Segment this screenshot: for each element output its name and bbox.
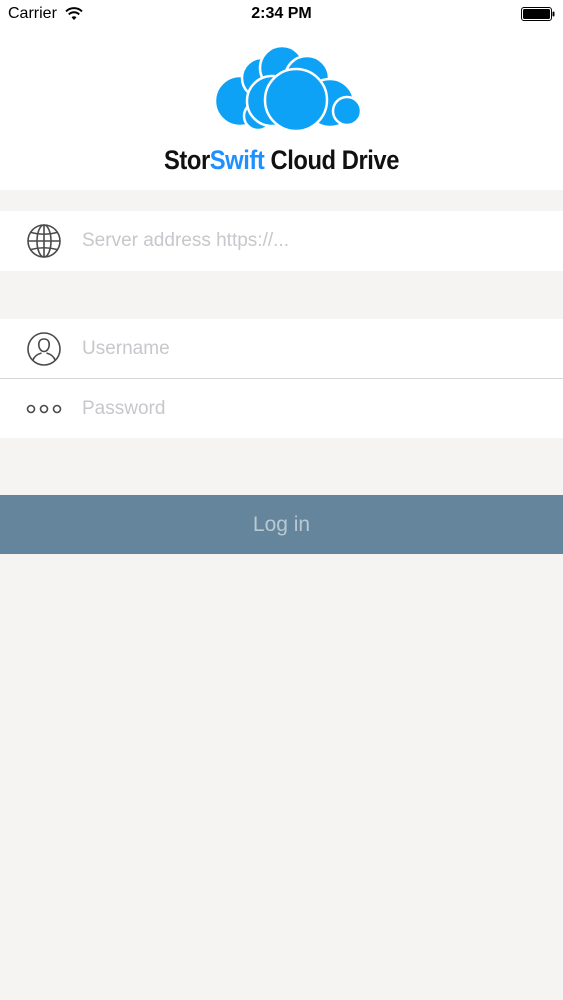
logo-text-part-1: Stor xyxy=(164,145,210,175)
login-screen: Carrier 2:34 PM StorSwift Cloud Drive Se… xyxy=(0,0,563,1000)
server-address-input[interactable] xyxy=(82,223,553,259)
credentials-field-group xyxy=(0,319,563,438)
server-row xyxy=(0,211,563,270)
password-dots-icon xyxy=(26,391,62,427)
user-icon xyxy=(26,331,62,367)
password-row xyxy=(0,379,563,438)
app-header: StorSwift Cloud Drive xyxy=(0,30,563,190)
logo-text-part-3: Cloud Drive xyxy=(264,145,399,175)
globe-icon xyxy=(26,223,62,259)
status-time: 2:34 PM xyxy=(251,5,312,22)
login-button[interactable]: Log in xyxy=(0,495,563,554)
logo-text-part-2: Swift xyxy=(209,145,265,175)
app-logo-text: StorSwift Cloud Drive xyxy=(34,145,529,176)
username-row xyxy=(0,319,563,379)
status-bar: Carrier 2:34 PM xyxy=(0,0,563,30)
server-field-group xyxy=(0,211,563,271)
battery-icon xyxy=(521,7,555,21)
cloud-logo-icon xyxy=(213,46,363,132)
password-input[interactable] xyxy=(82,391,553,427)
username-input[interactable] xyxy=(82,331,553,367)
